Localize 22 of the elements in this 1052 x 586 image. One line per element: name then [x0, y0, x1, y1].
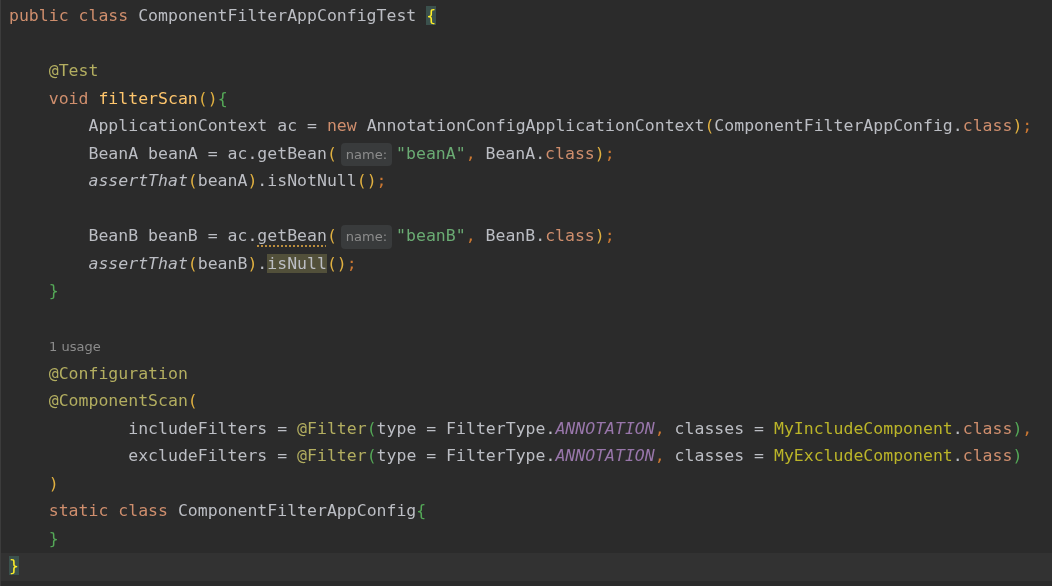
code-text: includeFilters = @Filter(type = FilterType.ANNOTATION, classes = MyIncludeComponent.class), — [127, 417, 1033, 440]
code-text: "beanB", BeanB.class); — [396, 225, 615, 248]
parameter-hint: name: — [340, 142, 393, 166]
code-text: public class ComponentFilterAppConfigTest { — [9, 5, 437, 28]
code-text: BeanB beanB = ac.getBean( — [87, 225, 337, 248]
code-text: excludeFilters = @Filter(type = FilterType.ANNOTATION, classes = MyExcludeComponent.class) — [127, 445, 1023, 468]
code-text: @ComponentScan( — [47, 390, 198, 413]
code-text: @Test — [47, 60, 99, 83]
code-text: assertThat(beanA).isNotNull(); — [87, 170, 387, 193]
code-text: BeanA beanA = ac.getBean( — [87, 142, 337, 165]
code-text: assertThat(beanB).isNull(); — [87, 252, 357, 275]
code-text: ApplicationContext ac = new AnnotationConfigApplicationContext(ComponentFilterAppConfig.class); — [87, 115, 1033, 138]
code-text: } — [47, 527, 59, 550]
code-text: void filterScan(){ — [47, 87, 228, 110]
code-text: } — [47, 280, 59, 303]
code-text: } — [9, 555, 19, 578]
code-text: static class ComponentFilterAppConfig{ — [47, 500, 427, 523]
code-text: "beanA", BeanA.class); — [396, 142, 615, 165]
usage-hint[interactable]: 1 usage — [49, 337, 101, 357]
parameter-hint: name: — [340, 225, 393, 249]
code-text: ) — [47, 472, 59, 495]
code-text: @Configuration — [47, 362, 188, 385]
